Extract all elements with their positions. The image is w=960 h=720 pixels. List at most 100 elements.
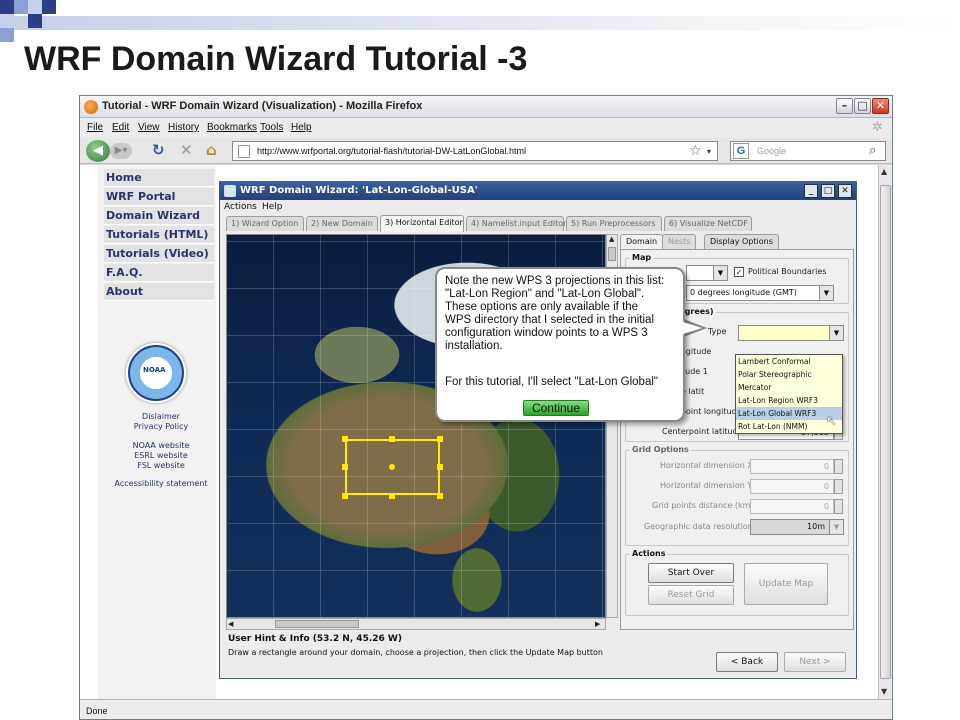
sidebar-item-home[interactable]: Home (104, 169, 214, 187)
scroll-thumb[interactable] (880, 185, 891, 679)
fsl-website-link[interactable]: FSL website (106, 461, 216, 470)
scroll-down-icon[interactable]: ▼ (881, 687, 887, 696)
dropdown-option[interactable]: Mercator (736, 381, 842, 394)
maximize-button[interactable]: □ (854, 98, 871, 114)
chevron-down-icon[interactable]: ▼ (819, 286, 833, 300)
tab-new-domain[interactable]: 2) New Domain (306, 216, 378, 231)
type-combo[interactable]: ▼ (738, 325, 844, 341)
back-arrow-icon[interactable]: ◀ (86, 140, 110, 162)
search-input[interactable]: G Google ⌕ (730, 141, 886, 161)
accessibility-link[interactable]: Accessibility statement (106, 479, 216, 488)
sidebar-item-domain-wizard[interactable]: Domain Wizard (104, 207, 214, 225)
sidebar-item-tutorials-html[interactable]: Tutorials (HTML) (104, 226, 214, 244)
projection-combo[interactable]: ▼ (686, 265, 728, 281)
chevron-down-icon[interactable]: ▼ (829, 520, 843, 534)
minimize-button[interactable]: – (836, 98, 853, 114)
map-horizontal-scrollbar[interactable]: ◀ ▶ (226, 618, 606, 630)
privacy-link[interactable]: Privacy Policy (106, 422, 216, 431)
resize-handle[interactable] (342, 464, 348, 470)
resize-handle[interactable] (389, 493, 395, 499)
user-hint-area: User Hint & Info (53.2 N, 45.26 W) Draw … (226, 632, 852, 676)
update-map-button[interactable]: Update Map (744, 563, 828, 605)
tab-horizontal-editor[interactable]: 3) Horizontal Editor (380, 215, 464, 232)
menu-file[interactable]: File (87, 122, 103, 133)
app-menu-help[interactable]: Help (262, 202, 283, 212)
dropdown-option[interactable]: Polar Stereographic (736, 368, 842, 381)
dropdown-option[interactable]: Lambert Conformal (736, 355, 842, 368)
resize-handle[interactable] (389, 436, 395, 442)
menu-bookmarks[interactable]: Bookmarks (207, 122, 257, 133)
browser-navbar: ◀ ▶▾ ↻ ✕ ⌂ http://www.wrfportal.org/tuto… (80, 138, 892, 164)
close-button[interactable]: ✕ (872, 98, 889, 114)
disclaimer-link[interactable]: Dislaimer (106, 412, 216, 421)
geo-resolution-combo[interactable]: 10m ▼ (750, 519, 844, 535)
menu-edit[interactable]: Edit (112, 122, 129, 133)
scroll-thumb[interactable] (608, 247, 616, 261)
menu-history[interactable]: History (168, 122, 199, 133)
center-handle[interactable] (389, 464, 395, 470)
back-button[interactable]: < Back (716, 652, 778, 672)
sidebar-item-about[interactable]: About (104, 283, 214, 301)
resize-handle[interactable] (437, 436, 443, 442)
start-over-button[interactable]: Start Over (648, 563, 734, 583)
grid-y-spinner[interactable] (834, 479, 843, 494)
url-bar[interactable]: http://www.wrfportal.org/tutorial-flash/… (232, 141, 718, 161)
tab-visualize-netcdf[interactable]: 6) Visualize NetCDF (664, 216, 752, 231)
grid-y-field[interactable]: 0 (750, 479, 834, 494)
scroll-thumb[interactable] (275, 620, 359, 628)
tab-namelist-editor[interactable]: 4) Namelist.input Editor (466, 216, 566, 231)
grid-distance-spinner[interactable] (834, 499, 843, 514)
dropdown-option[interactable]: Lat-Lon Region WRF3 (736, 394, 842, 407)
browser-scrollbar[interactable]: ▲ ▼ (878, 165, 892, 699)
chevron-down-icon[interactable]: ▼ (713, 266, 727, 280)
menu-view[interactable]: View (138, 122, 160, 133)
noaa-logo[interactable]: NOAA (126, 343, 186, 403)
tab-run-preprocessors[interactable]: 5) Run Preprocessors (566, 216, 662, 231)
scroll-up-icon[interactable]: ▲ (609, 235, 614, 243)
app-menu-actions[interactable]: Actions (224, 202, 257, 212)
callout-pointer-fill (680, 321, 702, 335)
reload-icon[interactable]: ↻ (152, 141, 165, 159)
app-maximize-button[interactable]: □ (821, 184, 835, 198)
grid-distance-field[interactable]: 0 (750, 499, 834, 514)
tab-wizard-option[interactable]: 1) Wizard Option (226, 216, 304, 231)
forward-arrow-icon[interactable]: ▶▾ (110, 143, 132, 159)
continue-button[interactable]: Continue (523, 400, 589, 416)
sidebar-item-faq[interactable]: F.A.Q. (104, 264, 214, 282)
magnifier-icon[interactable]: ⌕ (869, 143, 876, 158)
next-button[interactable]: Next > (784, 652, 846, 672)
google-icon[interactable]: G (733, 143, 749, 159)
map-group-title: Map (630, 253, 654, 262)
resize-handle[interactable] (342, 436, 348, 442)
center-meridian-combo[interactable]: 0 degrees longitude (GMT) ▼ (686, 285, 834, 301)
home-icon[interactable]: ⌂ (206, 141, 217, 159)
political-boundaries-checkbox[interactable]: ✓ (734, 267, 744, 277)
menu-help[interactable]: Help (291, 122, 312, 133)
app-minimize-button[interactable]: _ (804, 184, 818, 198)
scroll-right-icon[interactable]: ▶ (595, 620, 600, 628)
scroll-left-icon[interactable]: ◀ (228, 620, 233, 628)
reset-grid-button[interactable]: Reset Grid (648, 585, 734, 605)
bookmark-star-icon[interactable]: ☆ (689, 143, 702, 159)
scroll-up-icon[interactable]: ▲ (881, 167, 887, 176)
sidebar-item-tutorials-video[interactable]: Tutorials (Video) (104, 245, 214, 263)
resize-handle[interactable] (437, 464, 443, 470)
stop-icon[interactable]: ✕ (180, 141, 193, 159)
grid-x-spinner[interactable] (834, 459, 843, 474)
sidebar-item-wrf-portal[interactable]: WRF Portal (104, 188, 214, 206)
resize-handle[interactable] (342, 493, 348, 499)
grid-options-title: Grid Options (630, 445, 691, 454)
decor-square (28, 0, 42, 14)
grid-x-field[interactable]: 0 (750, 459, 834, 474)
tab-display-options[interactable]: Display Options (704, 234, 779, 249)
url-dropdown-icon[interactable]: ▾ (707, 147, 711, 156)
esrl-website-link[interactable]: ESRL website (106, 451, 216, 460)
menu-tools[interactable]: Tools (260, 122, 283, 133)
chevron-down-icon[interactable]: ▼ (829, 326, 843, 340)
noaa-website-link[interactable]: NOAA website (106, 441, 216, 450)
tab-domain[interactable]: Domain (620, 234, 664, 249)
app-close-button[interactable]: ✕ (838, 184, 852, 198)
url-text[interactable]: http://www.wrfportal.org/tutorial-flash/… (257, 146, 526, 156)
tab-nests[interactable]: Nests (662, 234, 697, 249)
resize-handle[interactable] (437, 493, 443, 499)
